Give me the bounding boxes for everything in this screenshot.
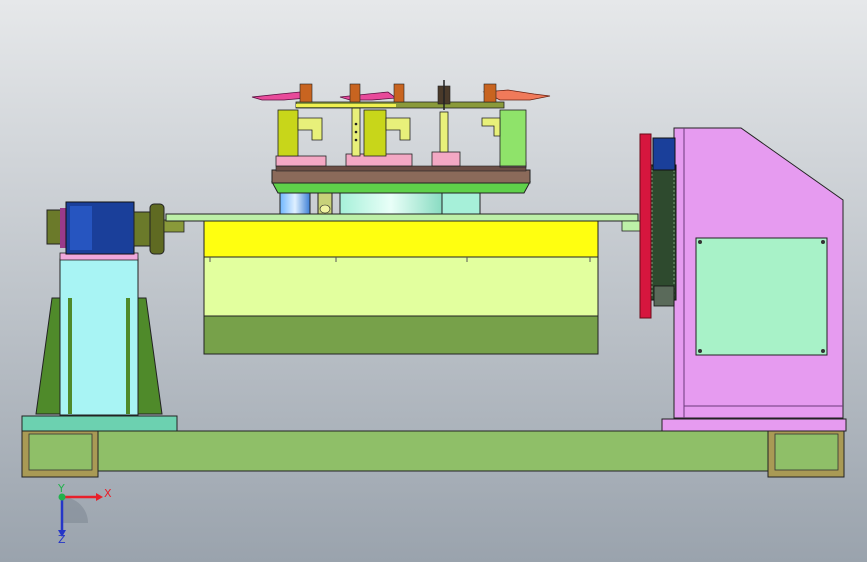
- right-red-flange[interactable]: [639, 133, 652, 319]
- left-coupling[interactable]: [133, 211, 151, 247]
- clamp-block-1[interactable]: [275, 155, 327, 167]
- fixture-base-plate[interactable]: [271, 169, 531, 184]
- right-access-panel[interactable]: [695, 237, 828, 356]
- rotary-disc[interactable]: [339, 191, 443, 215]
- left-shaft[interactable]: [163, 219, 185, 233]
- turntable-plate[interactable]: [271, 181, 531, 194]
- clamp-block-3[interactable]: [431, 151, 461, 167]
- left-flange[interactable]: [149, 203, 165, 255]
- triad-z-label: Z: [58, 533, 66, 546]
- olive-cylinder-cap: [319, 204, 331, 214]
- cad-viewport[interactable]: X Y Z: [0, 0, 867, 562]
- rotary-disc-right: [441, 191, 481, 215]
- blue-cylinder[interactable]: [279, 191, 311, 215]
- base-frame[interactable]: [21, 430, 845, 478]
- panel-screw-2: [821, 240, 825, 244]
- right-gear-collar: [653, 285, 675, 307]
- fixture-top-bar-left: [296, 104, 396, 107]
- left-base-plate[interactable]: [21, 415, 178, 432]
- central-table[interactable]: [165, 213, 641, 355]
- left-column-rib-1: [68, 298, 72, 414]
- table-body-dark[interactable]: [203, 315, 599, 355]
- left-motor-highlight: [70, 206, 92, 250]
- triad-x-label: X: [104, 487, 112, 500]
- fixture-base-top: [275, 165, 527, 172]
- clamp-arm-2[interactable]: [363, 109, 387, 157]
- right-base-plate[interactable]: [661, 418, 847, 432]
- right-motor-hub[interactable]: [652, 137, 676, 171]
- table-top-plate[interactable]: [165, 213, 639, 222]
- panel-screw-3: [698, 349, 702, 353]
- base-rail[interactable]: [21, 430, 845, 472]
- triad-y-label: Y: [57, 482, 65, 495]
- base-left-foot-inner: [28, 433, 93, 471]
- left-column-rib-2: [126, 298, 130, 414]
- assembly-drawing[interactable]: X Y Z: [0, 0, 867, 562]
- clamp-arm-4[interactable]: [499, 109, 527, 167]
- table-body-light[interactable]: [203, 256, 599, 317]
- rail-hole-1: [354, 122, 358, 126]
- clamp-post-3[interactable]: [439, 111, 449, 153]
- rail-hole-3: [354, 138, 358, 142]
- right-drive-gear[interactable]: [649, 164, 677, 301]
- panel-screw-4: [821, 349, 825, 353]
- clamp-arm-1[interactable]: [277, 109, 299, 157]
- panel-screw-1: [698, 240, 702, 244]
- base-right-foot-inner: [774, 433, 839, 471]
- rail-hole-2: [354, 130, 358, 134]
- yellow-beam[interactable]: [203, 220, 599, 258]
- table-right-bracket: [621, 220, 641, 232]
